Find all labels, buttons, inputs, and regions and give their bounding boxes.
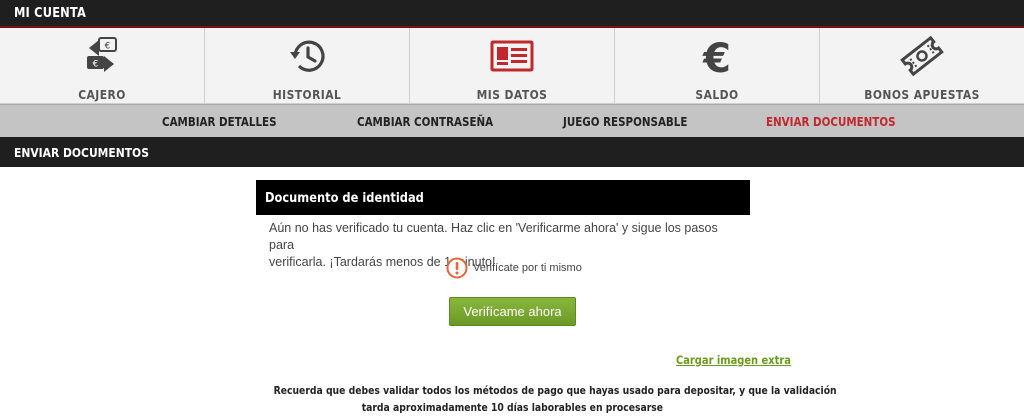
id-card-icon bbox=[490, 40, 534, 72]
nav-label-historial: HISTORIAL bbox=[272, 87, 342, 102]
nav-label-cajero: CAJERO bbox=[78, 87, 126, 102]
section-title: ENVIAR DOCUMENTOS bbox=[14, 145, 149, 160]
nav-label-saldo: SALDO bbox=[695, 87, 739, 102]
history-icon bbox=[290, 40, 325, 72]
nav-item-cajero[interactable]: € € CAJERO bbox=[0, 28, 205, 103]
cashier-icon: € € bbox=[87, 37, 117, 72]
account-subnav: CAMBIAR DETALLES CAMBIAR CONTRASEÑA JUEG… bbox=[0, 104, 1024, 137]
ticket-icon bbox=[900, 35, 944, 77]
subnav-enviar-documentos[interactable]: ENVIAR DOCUMENTOS bbox=[766, 115, 896, 129]
nav-item-historial[interactable]: HISTORIAL bbox=[205, 28, 410, 103]
nav-item-bonos-apuestas[interactable]: BONOS APUESTAS bbox=[820, 28, 1024, 103]
validation-notice-line-1: Recuerda que debes validar todos los mét… bbox=[220, 384, 837, 397]
svg-text:€: € bbox=[702, 36, 731, 78]
warning-icon bbox=[446, 257, 468, 279]
upload-extra-image-link[interactable]: Cargar imagen extra bbox=[676, 353, 791, 367]
euro-icon: € bbox=[702, 36, 731, 78]
verify-self-row: Verifícate por ti mismo bbox=[446, 256, 582, 280]
panel-message-line-1: Aún no has verificado tu cuenta. Haz cli… bbox=[269, 221, 718, 252]
account-header-title: MI CUENTA bbox=[14, 6, 87, 21]
nav-item-saldo[interactable]: € SALDO bbox=[615, 28, 820, 103]
nav-label-bonos-apuestas: BONOS APUESTAS bbox=[864, 87, 980, 102]
subnav-cambiar-contrasena[interactable]: CAMBIAR CONTRASEÑA bbox=[357, 115, 493, 129]
account-nav: € € CAJERO HISTORIAL MIS DATOS € SALDO B… bbox=[0, 28, 1024, 104]
account-header-bar: MI CUENTA bbox=[0, 0, 1024, 28]
section-header-bar: ENVIAR DOCUMENTOS bbox=[0, 137, 1024, 167]
verify-now-button[interactable]: Verifícame ahora bbox=[449, 297, 576, 326]
nav-item-mis-datos[interactable]: MIS DATOS bbox=[410, 28, 615, 103]
verify-self-label: Verifícate por ti mismo bbox=[473, 262, 582, 274]
subnav-cambiar-detalles[interactable]: CAMBIAR DETALLES bbox=[162, 115, 277, 129]
panel-title: Documento de identidad bbox=[265, 191, 424, 206]
validation-notice-text-2: tarda aproximadamente 10 días laborables… bbox=[361, 401, 663, 414]
svg-text:€: € bbox=[93, 60, 99, 70]
subnav-juego-responsable[interactable]: JUEGO RESPONSABLE bbox=[563, 115, 687, 129]
validation-notice-line-2: tarda aproximadamente 10 días laborables… bbox=[220, 401, 804, 414]
nav-label-mis-datos: MIS DATOS bbox=[476, 87, 548, 102]
svg-text:€: € bbox=[105, 42, 111, 52]
validation-notice-text-1: Recuerda que debes validar todos los mét… bbox=[273, 384, 837, 397]
panel-header: Documento de identidad bbox=[256, 180, 750, 215]
